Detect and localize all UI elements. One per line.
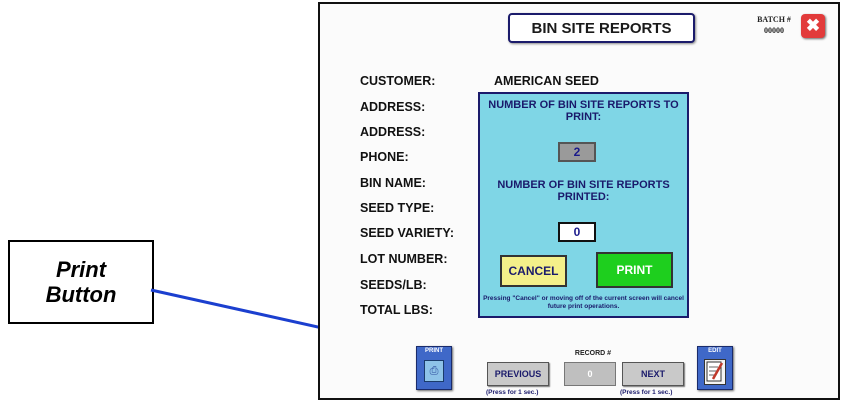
print-count-dialog: NUMBER OF BIN SITE REPORTS TO PRINT: 2 N… <box>478 92 689 318</box>
field-label-seed-type: SEED TYPE: <box>360 201 435 215</box>
next-press-note: (Press for 1 sec.) <box>620 389 673 396</box>
field-label-customer: CUSTOMER: <box>360 74 436 88</box>
previous-press-note: (Press for 1 sec.) <box>486 389 539 396</box>
next-button[interactable]: NEXT <box>622 362 684 386</box>
field-label-seed-variety: SEED VARIETY: <box>360 226 454 240</box>
field-label-address-2: ADDRESS: <box>360 125 426 139</box>
edit-icon <box>704 359 726 385</box>
print-button-callout: Print Button <box>8 240 154 324</box>
cancel-warning-note: Pressing "Cancel" or moving off of the c… <box>483 295 684 310</box>
dialog-print-button[interactable]: PRINT <box>596 252 673 288</box>
field-label-total-lbs: TOTAL LBS: <box>360 303 433 317</box>
record-label: RECORD # <box>574 350 612 357</box>
print-button-label: PRINT <box>425 348 443 354</box>
print-button[interactable]: PRINT ⎙ <box>416 346 452 390</box>
edit-button-label: EDIT <box>708 348 722 354</box>
printer-icon: ⎙ <box>424 360 444 382</box>
cancel-button[interactable]: CANCEL <box>500 255 567 287</box>
edit-button[interactable]: EDIT <box>697 346 733 390</box>
field-label-address-1: ADDRESS: <box>360 100 426 114</box>
batch-indicator: BATCH # 00000 <box>752 14 796 36</box>
field-label-lot-number: LOT NUMBER: <box>360 252 448 266</box>
close-button[interactable]: ✖ <box>801 14 825 38</box>
field-label-bin-name: BIN NAME: <box>360 176 426 190</box>
field-label-seeds-per-lb: SEEDS/LB: <box>360 278 427 292</box>
reports-printed-field: 0 <box>558 222 596 242</box>
customer-value: AMERICAN SEED <box>494 74 599 88</box>
record-number-field: 0 <box>564 362 616 386</box>
bin-site-reports-screen: BIN SITE REPORTS BATCH # 00000 ✖ CUSTOME… <box>318 2 840 400</box>
field-label-phone: PHONE: <box>360 150 409 164</box>
page-title: BIN SITE REPORTS <box>508 13 695 43</box>
to-print-heading: NUMBER OF BIN SITE REPORTS TO PRINT: <box>488 99 679 123</box>
previous-button[interactable]: PREVIOUS <box>487 362 549 386</box>
printed-heading: NUMBER OF BIN SITE REPORTS PRINTED: <box>497 179 670 203</box>
batch-label: BATCH # <box>757 15 791 24</box>
batch-number: 00000 <box>764 26 784 35</box>
reports-to-print-field[interactable]: 2 <box>558 142 596 162</box>
callout-line-2: Button <box>45 282 117 307</box>
callout-line-1: Print <box>55 257 107 282</box>
close-icon: ✖ <box>805 16 821 35</box>
